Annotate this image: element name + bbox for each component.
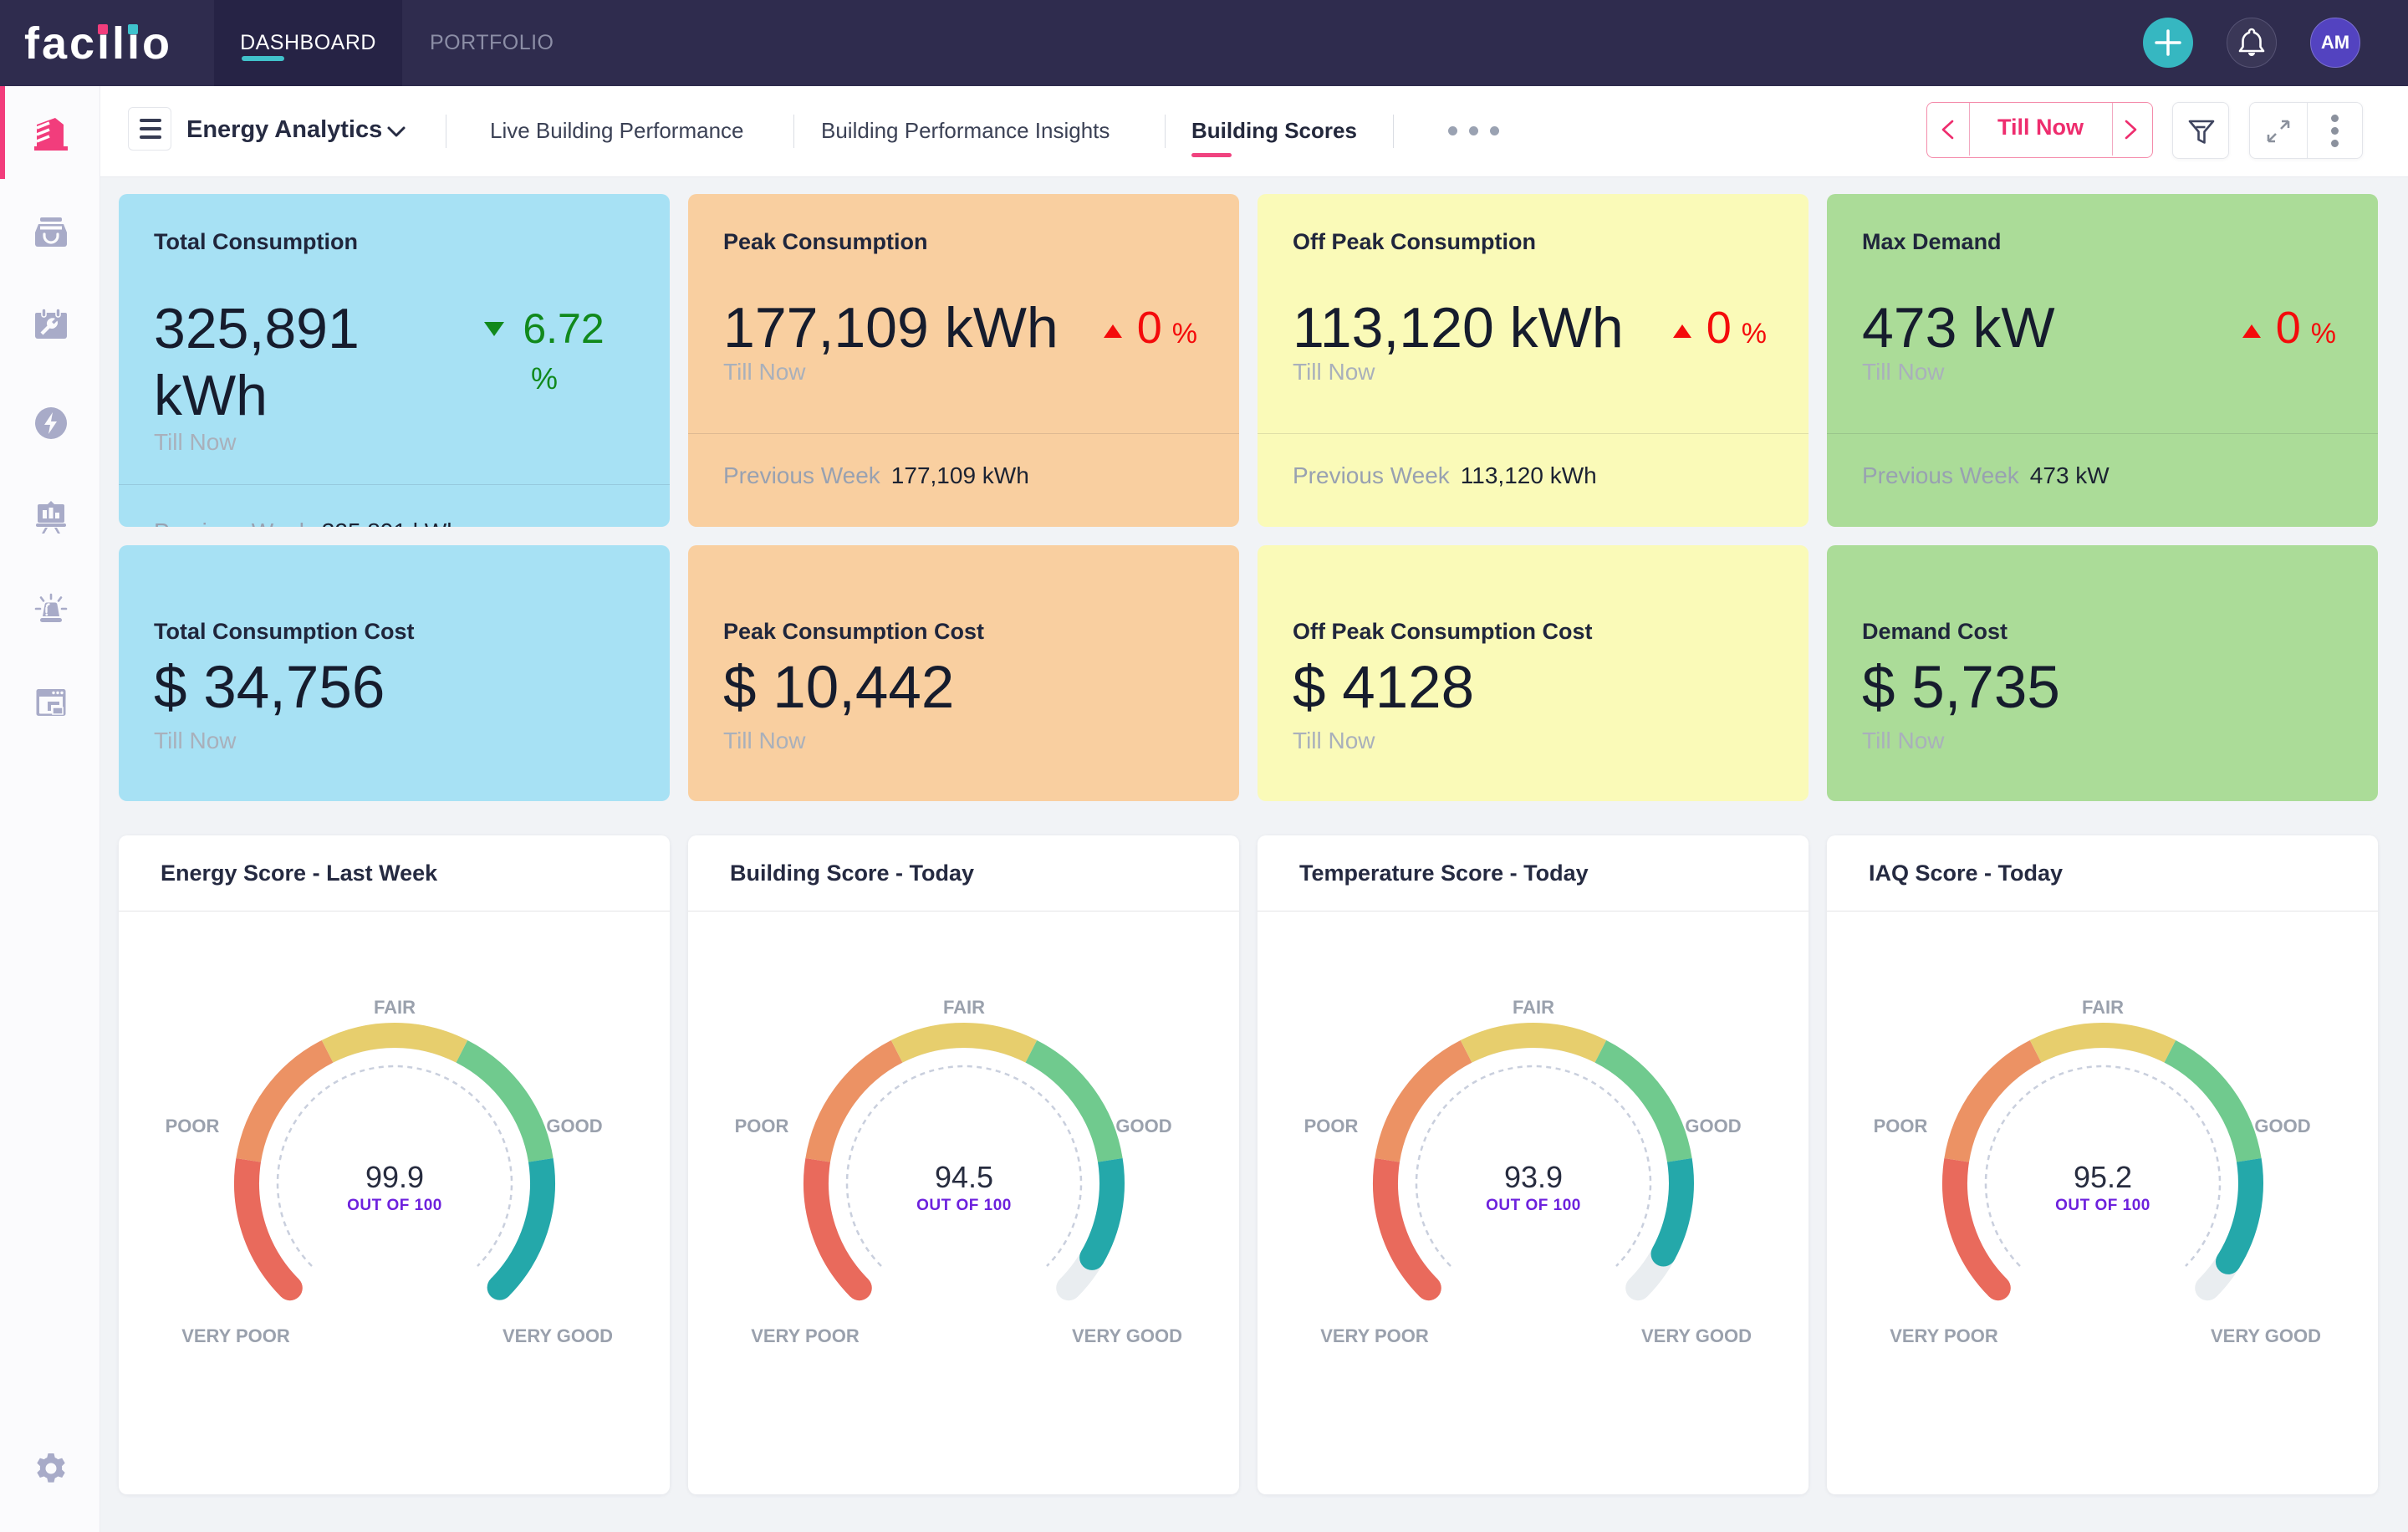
svg-text:OUT OF 100: OUT OF 100 <box>2055 1197 2150 1214</box>
svg-text:POOR: POOR <box>1304 1116 1359 1136</box>
svg-text:VERY GOOD: VERY GOOD <box>503 1325 613 1346</box>
svg-text:95.2: 95.2 <box>2074 1160 2132 1194</box>
svg-text:94.5: 94.5 <box>935 1160 993 1194</box>
svg-text:OUT OF 100: OUT OF 100 <box>347 1197 442 1214</box>
svg-text:VERY POOR: VERY POOR <box>181 1325 290 1346</box>
svg-text:POOR: POOR <box>735 1116 789 1136</box>
svg-text:GOOD: GOOD <box>2254 1116 2310 1136</box>
svg-text:99.9: 99.9 <box>365 1160 424 1194</box>
svg-text:FAIR: FAIR <box>1513 997 1554 1018</box>
svg-text:VERY GOOD: VERY GOOD <box>1072 1325 1182 1346</box>
svg-text:VERY POOR: VERY POOR <box>1320 1325 1429 1346</box>
svg-text:GOOD: GOOD <box>1685 1116 1741 1136</box>
svg-text:GOOD: GOOD <box>546 1116 602 1136</box>
svg-text:93.9: 93.9 <box>1504 1160 1563 1194</box>
svg-text:FAIR: FAIR <box>374 997 416 1018</box>
svg-text:POOR: POOR <box>1874 1116 1928 1136</box>
svg-text:POOR: POOR <box>166 1116 220 1136</box>
svg-text:VERY GOOD: VERY GOOD <box>1641 1325 1752 1346</box>
svg-text:GOOD: GOOD <box>1115 1116 1171 1136</box>
svg-text:FAIR: FAIR <box>943 997 985 1018</box>
svg-text:OUT OF 100: OUT OF 100 <box>1486 1197 1581 1214</box>
svg-text:VERY POOR: VERY POOR <box>751 1325 860 1346</box>
svg-text:VERY POOR: VERY POOR <box>1890 1325 1998 1346</box>
svg-text:FAIR: FAIR <box>2082 997 2124 1018</box>
svg-text:OUT OF 100: OUT OF 100 <box>916 1197 1012 1214</box>
svg-text:VERY GOOD: VERY GOOD <box>2211 1325 2321 1346</box>
